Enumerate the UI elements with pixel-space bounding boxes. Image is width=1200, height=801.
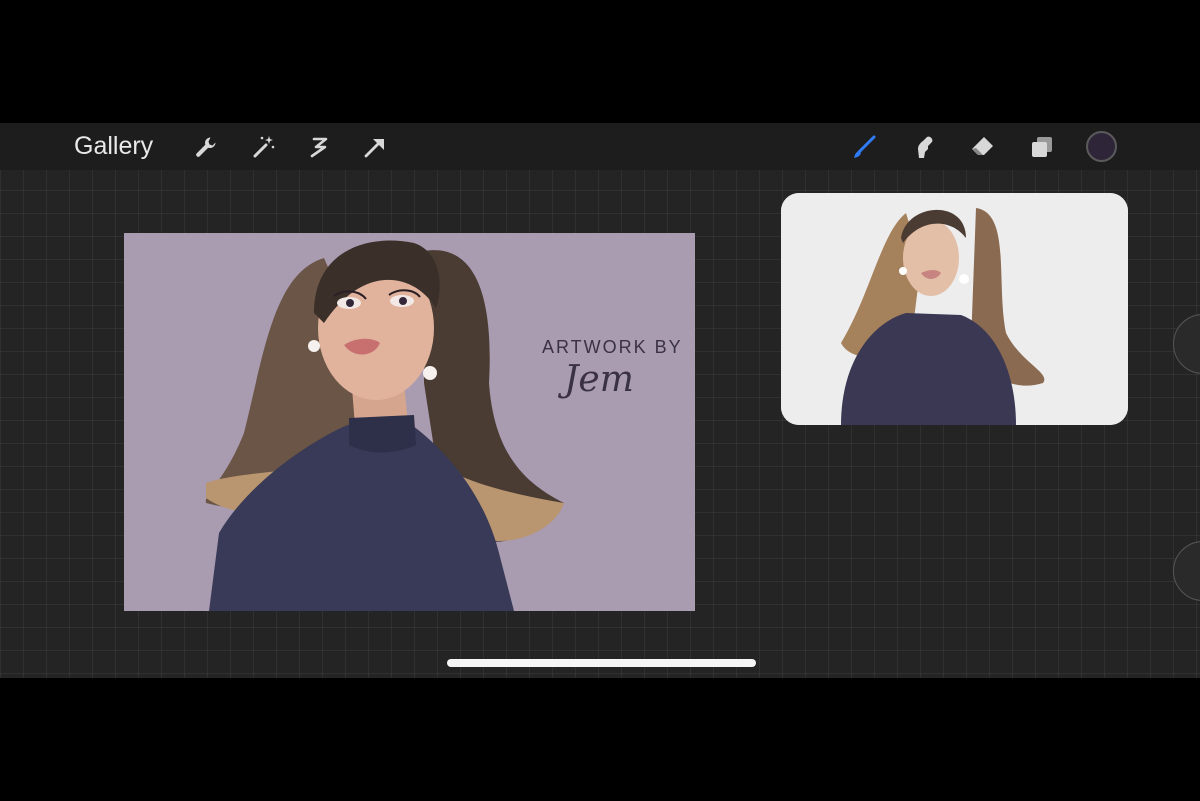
- layers-icon[interactable]: [1029, 134, 1055, 160]
- opacity-slider-knob[interactable]: [1173, 541, 1200, 601]
- wrench-icon[interactable]: [193, 134, 219, 160]
- home-indicator[interactable]: [447, 659, 756, 667]
- eraser-icon[interactable]: [969, 134, 995, 160]
- gallery-button[interactable]: Gallery: [74, 132, 153, 160]
- magic-wand-icon[interactable]: [251, 134, 277, 160]
- brush-icon[interactable]: [851, 134, 877, 160]
- smudge-icon[interactable]: [910, 134, 936, 160]
- portrait-illustration: [124, 233, 695, 611]
- transform-arrow-icon[interactable]: [362, 134, 388, 160]
- procreate-app: Gallery ARTWORK BY Jem: [0, 123, 1200, 678]
- signature-line2: Jem: [564, 359, 634, 400]
- signature-line1: ARTWORK BY: [542, 337, 683, 357]
- selection-icon[interactable]: [306, 134, 332, 160]
- reference-image-panel[interactable]: [781, 193, 1128, 425]
- brush-size-slider-knob[interactable]: [1173, 314, 1200, 374]
- artwork-canvas[interactable]: ARTWORK BY Jem: [124, 233, 695, 611]
- reference-photo: [781, 193, 1128, 425]
- top-toolbar: Gallery: [0, 123, 1200, 170]
- color-picker-swatch[interactable]: [1086, 131, 1117, 162]
